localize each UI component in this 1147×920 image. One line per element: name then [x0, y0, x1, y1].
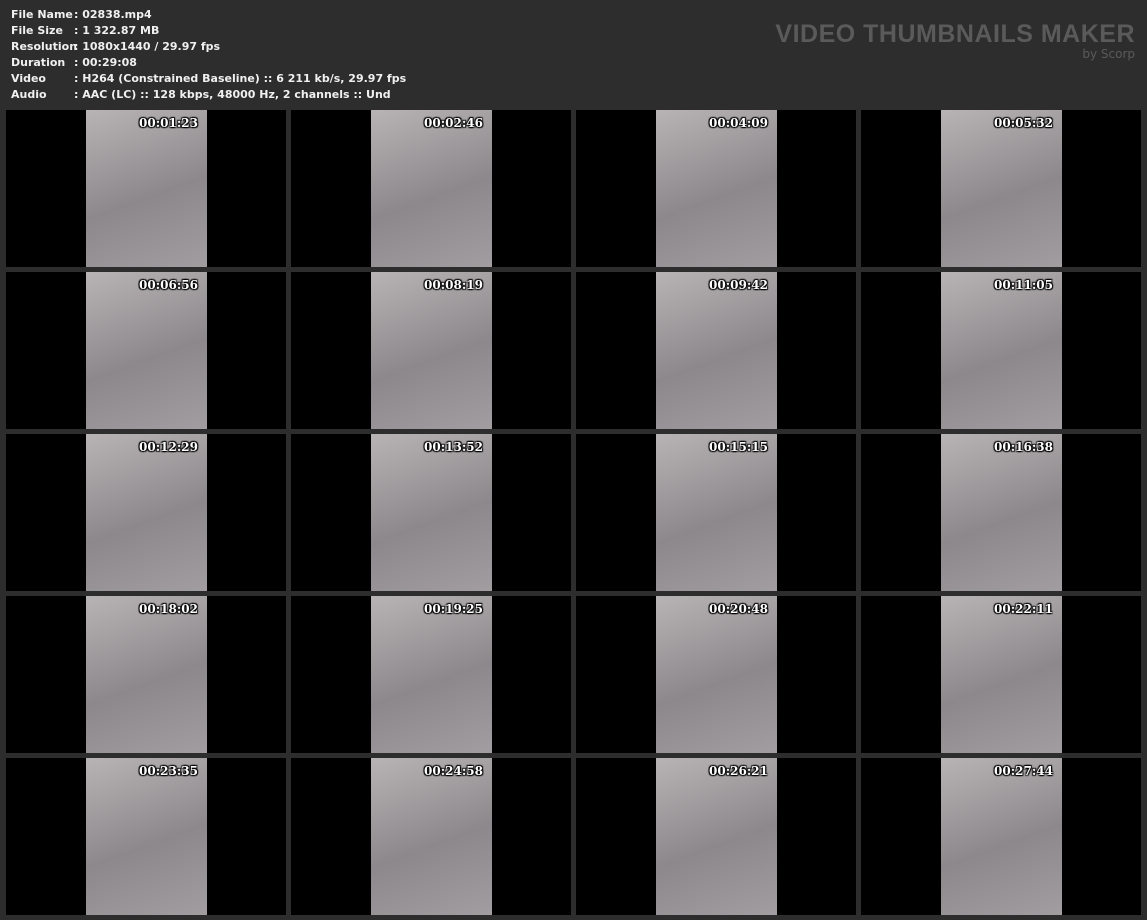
info-value: 00:29:08 [82, 56, 137, 69]
info-value: H264 (Constrained Baseline) :: 6 211 kb/… [82, 72, 407, 85]
info-row: Duration: 00:29:08 [11, 55, 406, 71]
timestamp: 00:02:46 [424, 116, 483, 130]
timestamp: 00:08:19 [424, 278, 483, 292]
info-label: Audio [11, 88, 47, 101]
timestamp: 00:26:21 [709, 764, 768, 778]
timestamp: 00:09:42 [709, 278, 768, 292]
timestamp: 00:15:15 [709, 440, 768, 454]
thumbnail-image: 00:22:11 [941, 596, 1062, 753]
info-row: Resolution: 1080x1440 / 29.97 fps [11, 39, 406, 55]
timestamp: 00:01:23 [139, 116, 198, 130]
thumbnail-cell: 00:16:38 [861, 434, 1141, 591]
info-separator: : [74, 88, 83, 101]
thumbnail-cell: 00:08:19 [291, 272, 571, 429]
timestamp: 00:16:38 [994, 440, 1053, 454]
thumbnail-cell: 00:23:35 [6, 758, 286, 915]
thumbnail-image: 00:26:21 [656, 758, 777, 915]
thumbnail-image: 00:24:58 [371, 758, 492, 915]
thumbnail-cell: 00:01:23 [6, 110, 286, 267]
info-row: File Name: 02838.mp4 [11, 7, 406, 23]
info-value: 02838.mp4 [82, 8, 152, 21]
thumbnail-cell: 00:19:25 [291, 596, 571, 753]
thumbnail-cell: 00:20:48 [576, 596, 856, 753]
thumbnail-image: 00:16:38 [941, 434, 1062, 591]
timestamp: 00:19:25 [424, 602, 483, 616]
thumbnail-image: 00:27:44 [941, 758, 1062, 915]
timestamp: 00:22:11 [994, 602, 1053, 616]
timestamp: 00:18:02 [139, 602, 198, 616]
thumbnail-image: 00:20:48 [656, 596, 777, 753]
info-row: Audio: AAC (LC) :: 128 kbps, 48000 Hz, 2… [11, 87, 406, 103]
timestamp: 00:11:05 [994, 278, 1053, 292]
info-label: File Size [11, 24, 63, 37]
timestamp: 00:13:52 [424, 440, 483, 454]
info-label: File Name [11, 8, 73, 21]
info-value: 1 322.87 MB [82, 24, 160, 37]
info-row: Video: H264 (Constrained Baseline) :: 6 … [11, 71, 406, 87]
thumbnail-image: 00:04:09 [656, 110, 777, 267]
thumbnail-image: 00:08:19 [371, 272, 492, 429]
brand-title: VIDEO THUMBNAILS MAKER [775, 20, 1135, 48]
thumbnail-cell: 00:27:44 [861, 758, 1141, 915]
info-separator: : [74, 56, 83, 69]
info-value: AAC (LC) :: 128 kbps, 48000 Hz, 2 channe… [82, 88, 391, 101]
info-row: File Size: 1 322.87 MB [11, 23, 406, 39]
thumbnail-cell: 00:05:32 [861, 110, 1141, 267]
thumbnail-cell: 00:09:42 [576, 272, 856, 429]
info-separator: : [74, 8, 83, 21]
info-separator: : [74, 72, 83, 85]
thumbnail-image: 00:13:52 [371, 434, 492, 591]
thumbnail-grid: 00:01:23 00:02:46 00:04:09 00:05:32 00:06:56… [6, 110, 1141, 915]
thumbnail-cell: 00:11:05 [861, 272, 1141, 429]
info-separator: : [74, 40, 83, 53]
timestamp: 00:23:35 [139, 764, 198, 778]
thumbnail-cell: 00:22:11 [861, 596, 1141, 753]
thumbnail-cell: 00:02:46 [291, 110, 571, 267]
thumbnail-image: 00:18:02 [86, 596, 207, 753]
timestamp: 00:04:09 [709, 116, 768, 130]
thumbnail-image: 00:09:42 [656, 272, 777, 429]
thumbnail-image: 00:15:15 [656, 434, 777, 591]
thumbnail-image: 00:12:29 [86, 434, 207, 591]
thumbnail-image: 00:11:05 [941, 272, 1062, 429]
timestamp: 00:20:48 [709, 602, 768, 616]
timestamp: 00:24:58 [424, 764, 483, 778]
thumbnail-cell: 00:04:09 [576, 110, 856, 267]
thumbnail-cell: 00:26:21 [576, 758, 856, 915]
thumbnail-cell: 00:24:58 [291, 758, 571, 915]
thumbnail-image: 00:02:46 [371, 110, 492, 267]
timestamp: 00:06:56 [139, 278, 198, 292]
file-info: File Name: 02838.mp4 File Size: 1 322.87 … [11, 7, 406, 103]
brand-watermark: VIDEO THUMBNAILS MAKER by Scorp [775, 20, 1135, 61]
info-label: Duration [11, 56, 66, 69]
thumbnail-cell: 00:15:15 [576, 434, 856, 591]
thumbnail-image: 00:05:32 [941, 110, 1062, 267]
timestamp: 00:05:32 [994, 116, 1053, 130]
info-separator: : [74, 24, 83, 37]
thumbnail-cell: 00:06:56 [6, 272, 286, 429]
thumbnail-image: 00:23:35 [86, 758, 207, 915]
thumbnail-image: 00:06:56 [86, 272, 207, 429]
brand-subtitle: by Scorp [1082, 47, 1135, 61]
info-label: Video [11, 72, 46, 85]
thumbnail-image: 00:01:23 [86, 110, 207, 267]
thumbnail-cell: 00:13:52 [291, 434, 571, 591]
thumbnail-cell: 00:12:29 [6, 434, 286, 591]
info-value: 1080x1440 / 29.97 fps [82, 40, 221, 53]
timestamp: 00:12:29 [139, 440, 198, 454]
info-label: Resolution [11, 40, 78, 53]
thumbnail-cell: 00:18:02 [6, 596, 286, 753]
timestamp: 00:27:44 [994, 764, 1053, 778]
thumbnail-image: 00:19:25 [371, 596, 492, 753]
